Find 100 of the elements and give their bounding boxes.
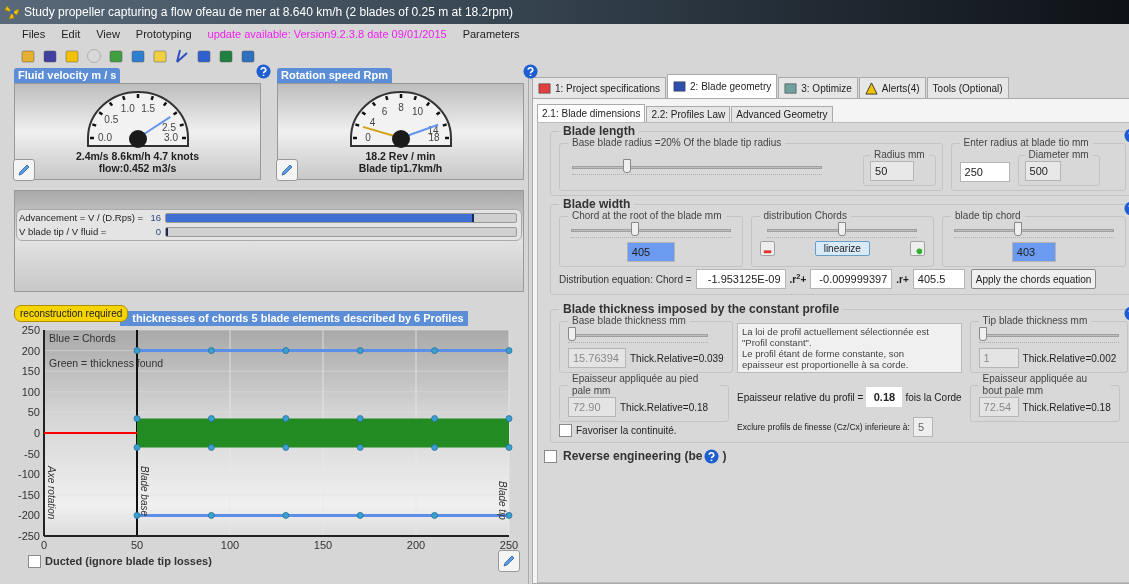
group-title: Tip blade thickness mm xyxy=(981,315,1089,327)
apply-button[interactable]: Apply the chords equation xyxy=(970,269,1097,289)
tab[interactable]: 2.2: Profiles Law xyxy=(646,106,731,122)
tab[interactable]: Advanced Geometry xyxy=(731,106,833,122)
data-point xyxy=(431,444,438,451)
data-point xyxy=(208,512,215,519)
warning-badge: reconstruction required xyxy=(14,305,129,322)
data-point xyxy=(505,415,513,422)
profile-note: La loi de profil actuellement sélectionnée est "Profil constant". Le profil étant de forme constante, son epaisseur est proportionelle à sa corde. xyxy=(737,323,962,373)
tab[interactable]: 3: Optimize xyxy=(778,77,858,98)
menu-item[interactable]: Edit xyxy=(61,25,81,43)
y-tick-label: 0 xyxy=(33,427,40,439)
data-point xyxy=(356,512,364,519)
help-icon[interactable] xyxy=(256,64,271,79)
tab[interactable]: 1: Project specifications xyxy=(532,77,667,98)
data-point xyxy=(505,444,513,451)
gauge-tick-label: 0.0 xyxy=(97,132,112,143)
input-field[interactable]: -1.953125E-09 xyxy=(695,269,786,289)
tab[interactable]: 2.1: Blade dimensions xyxy=(537,104,646,122)
group-title: Radius mm xyxy=(873,149,926,161)
gauge-tick-label: 10 xyxy=(411,106,423,117)
help-icon[interactable] xyxy=(704,448,720,464)
data-point xyxy=(133,512,141,519)
gauge-readout: 2.4m/s 8.6km/h 4.7 knots xyxy=(75,150,200,162)
x-tick-label: 100 xyxy=(220,539,240,551)
y-tick-label: 150 xyxy=(21,365,40,378)
group-title: Chord at the root of the blade mm xyxy=(571,210,723,222)
group-title: Blade thickness imposed by the constant profile xyxy=(562,303,841,315)
y-tick-label: -100 xyxy=(17,468,40,481)
input-field[interactable]: 50 xyxy=(870,161,915,181)
gauge-tick-label: 0 xyxy=(364,132,371,143)
group-title: Blade length xyxy=(562,125,635,137)
checkbox[interactable] xyxy=(544,449,557,463)
input-field[interactable]: 500 xyxy=(1024,161,1061,181)
y-tick-label: 250 xyxy=(21,326,40,336)
slider-thumb[interactable] xyxy=(630,222,639,236)
panel-title: Rotation speed Rpm xyxy=(277,68,392,83)
checkbox-label: Ducted (ignore blade tip losses) xyxy=(45,553,212,569)
group-title: Base blade radius =20% Of the blade tip radius xyxy=(571,137,783,149)
pencil-icon xyxy=(280,163,294,177)
tab[interactable]: Alerts(4) xyxy=(858,77,926,98)
add-icon[interactable] xyxy=(910,241,926,256)
angle-icon[interactable] xyxy=(174,48,190,64)
group-title: distribution Chords xyxy=(762,210,848,222)
data-point xyxy=(208,444,215,451)
input-field[interactable]: 405 xyxy=(626,242,675,262)
slider-thumb[interactable] xyxy=(623,158,631,173)
pencil-icon xyxy=(502,554,516,568)
data-point xyxy=(505,347,513,354)
group-title: Blade width xyxy=(562,198,632,210)
input-field[interactable]: 405.5 xyxy=(912,269,965,289)
exclude-label: Exclure profils de finesse (Cz/Cx) inferieure à: xyxy=(737,420,910,434)
gauge-hub xyxy=(128,130,147,148)
input-field[interactable]: 403 xyxy=(1011,242,1056,262)
data-point xyxy=(133,347,141,354)
slider-thumb[interactable] xyxy=(1013,222,1022,236)
gauge-tick-label: 0.5 xyxy=(103,114,118,126)
help-icon[interactable] xyxy=(523,64,538,79)
input-field[interactable]: -0.009999397 xyxy=(810,269,893,289)
menu-item[interactable]: Files xyxy=(22,25,46,43)
panel-title: Fluid velocity m / s xyxy=(14,68,121,83)
menu-item[interactable]: Prototyping xyxy=(135,25,192,43)
data-point xyxy=(282,512,290,519)
x-tick-label: 250 xyxy=(499,539,519,551)
checkbox[interactable] xyxy=(559,424,572,437)
input-field[interactable]: 0.18 xyxy=(866,387,903,407)
edit-button[interactable] xyxy=(276,159,298,181)
data-point xyxy=(282,444,290,451)
menu-item[interactable]: Parameters xyxy=(462,25,520,43)
y-tick-label: -150 xyxy=(17,488,40,501)
y-tick-label: -250 xyxy=(17,530,40,542)
data-point xyxy=(431,347,438,354)
linearize-button[interactable]: linearize xyxy=(814,241,870,256)
tab[interactable]: 2: Blade geometry xyxy=(667,74,778,98)
checkbox[interactable] xyxy=(28,554,41,568)
edit-button[interactable] xyxy=(498,550,520,572)
pencil-icon xyxy=(17,163,31,177)
gauge-readout: Blade tip1.7km/h xyxy=(358,162,443,174)
input-field[interactable]: 5 xyxy=(912,417,933,437)
warning-icon xyxy=(864,81,878,95)
relative-label: Epaisseur relative du profil = xyxy=(737,390,864,405)
relative-thickness: Thick.Relative=0.039 xyxy=(630,351,724,366)
legend-text: Blue = Chords xyxy=(49,332,116,344)
y-tick-label: -200 xyxy=(17,509,40,522)
ratio-label: V blade tip / V fluid = xyxy=(19,224,108,239)
slider-thumb[interactable] xyxy=(838,222,847,236)
tab[interactable]: Tools (Optional) xyxy=(926,77,1009,98)
remove-icon[interactable] xyxy=(759,241,775,256)
data-point xyxy=(356,347,364,354)
ratio-value: 16 xyxy=(149,210,162,225)
group-title: Enter radius at blade tio mm xyxy=(962,137,1090,149)
data-point xyxy=(208,347,215,354)
y-tick-label: -50 xyxy=(24,447,40,460)
menu-item[interactable]: View xyxy=(96,25,120,43)
ratio-value: 0 xyxy=(154,224,162,239)
equation-term: .r+ xyxy=(896,272,909,287)
data-point xyxy=(208,415,215,422)
edit-button[interactable] xyxy=(13,159,35,181)
data-point xyxy=(282,347,290,354)
input-field[interactable]: 250 xyxy=(959,161,1010,182)
